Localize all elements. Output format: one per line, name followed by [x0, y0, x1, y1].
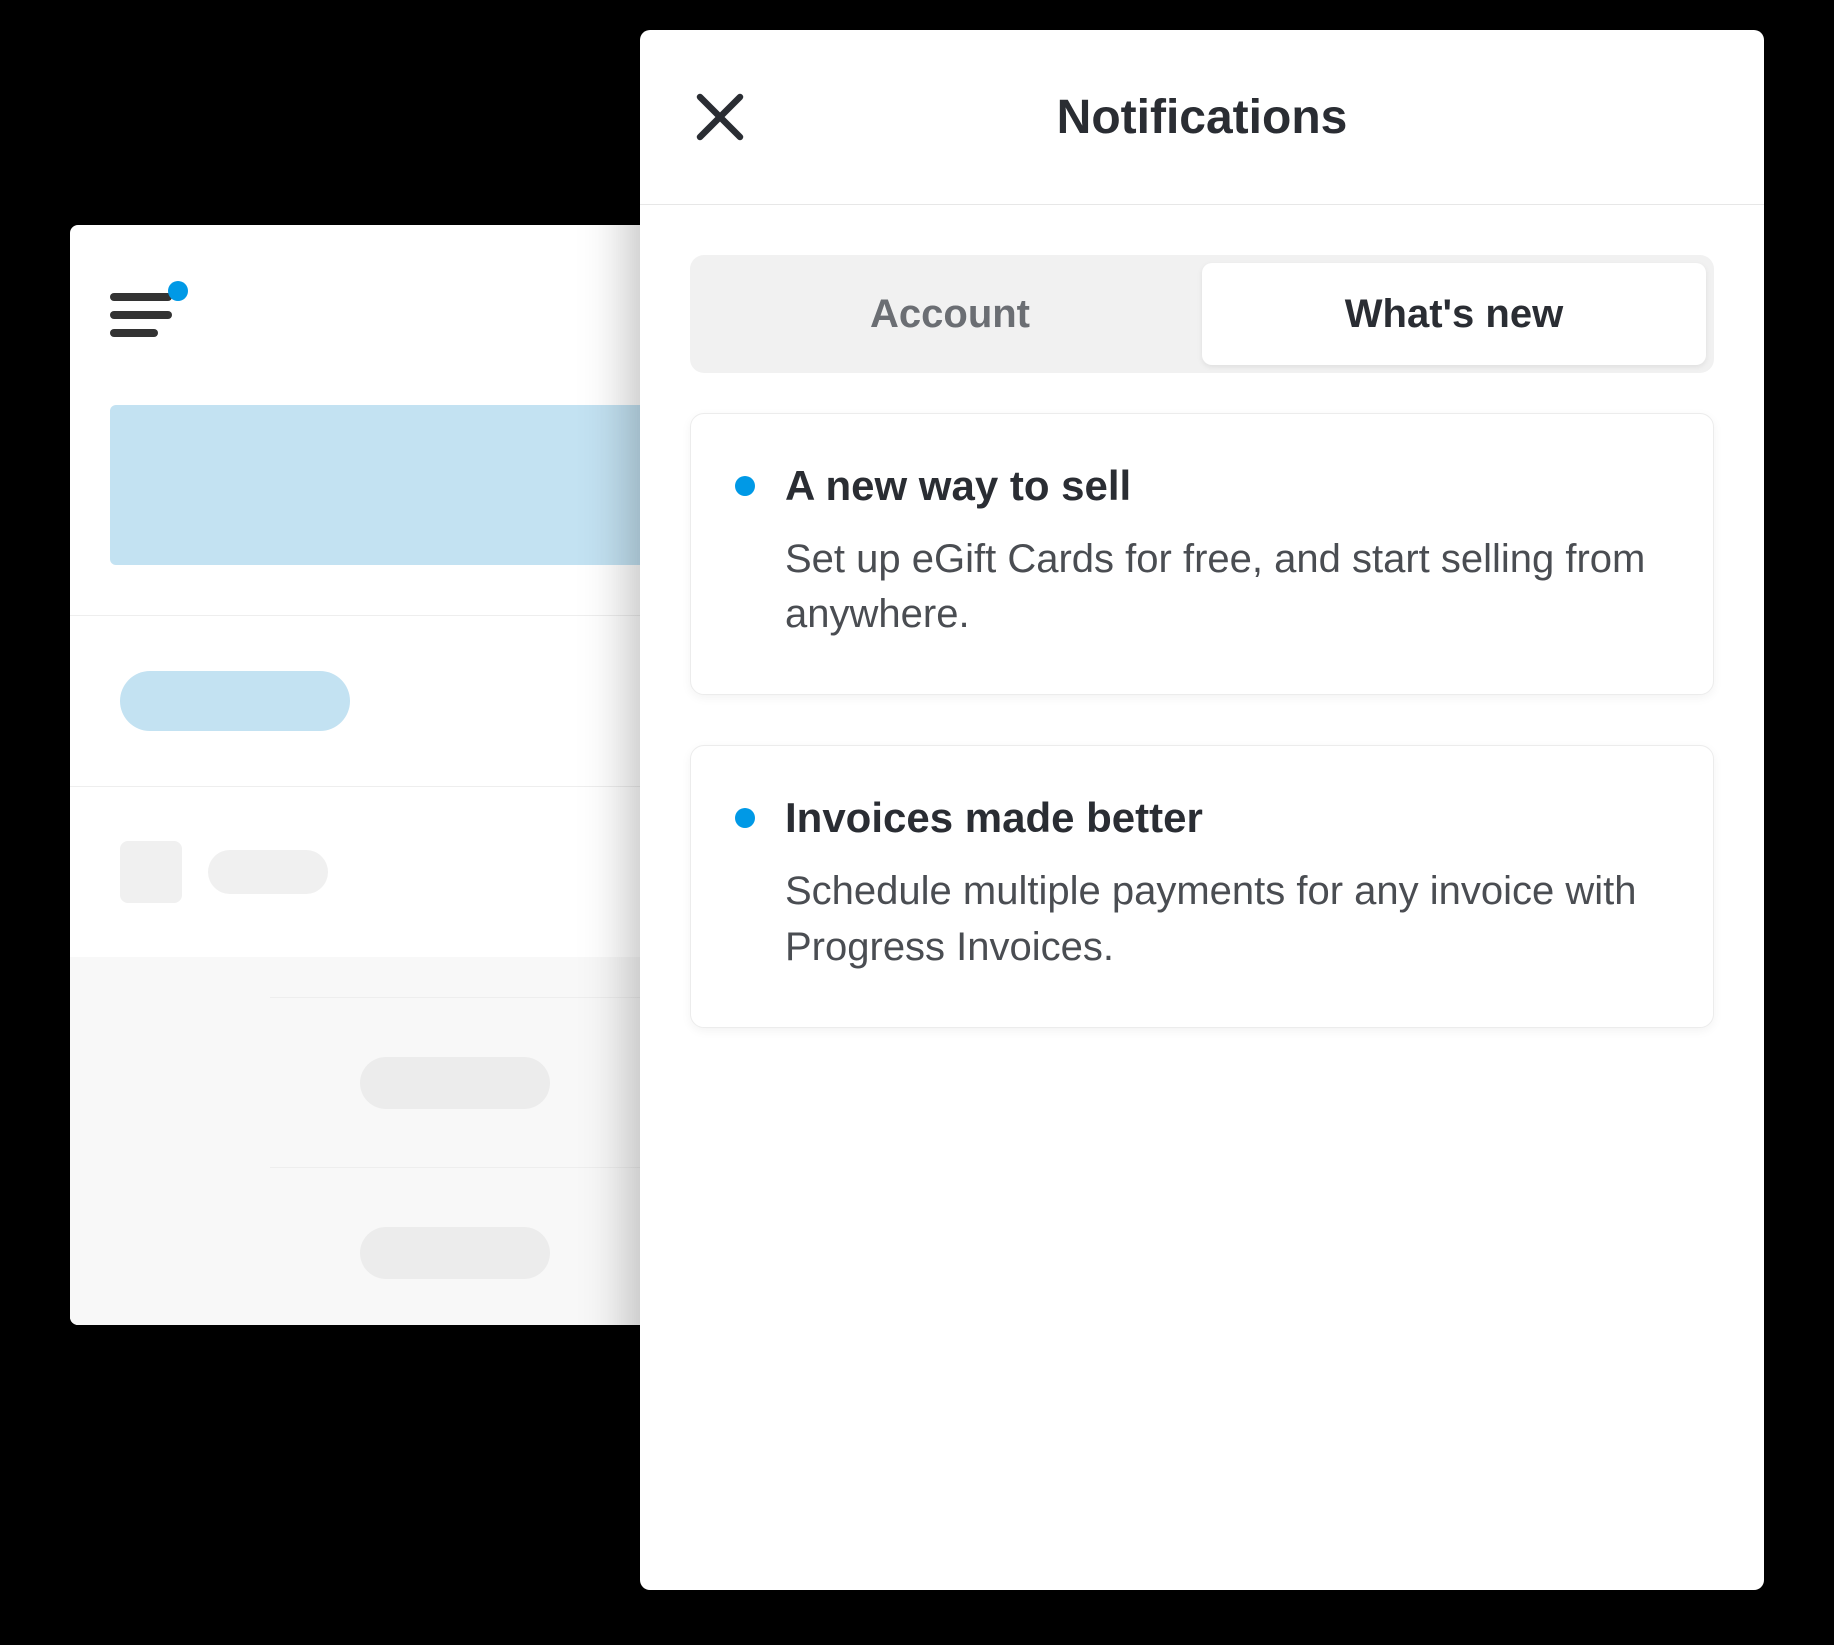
skeleton-square	[120, 841, 182, 903]
tab-account[interactable]: Account	[698, 263, 1202, 365]
notification-title: Invoices made better	[785, 794, 1203, 842]
notifications-panel: Notifications Account What's new A new w…	[640, 30, 1764, 1590]
menu-icon[interactable]	[110, 293, 172, 338]
tab-switcher: Account What's new	[690, 255, 1714, 373]
notification-card[interactable]: Invoices made better Schedule multiple p…	[690, 745, 1714, 1027]
notification-dot-icon	[168, 281, 188, 301]
unread-dot-icon	[735, 808, 755, 828]
notification-card[interactable]: A new way to sell Set up eGift Cards for…	[690, 413, 1714, 695]
notification-body: Schedule multiple payments for any invoi…	[785, 864, 1669, 974]
close-button[interactable]	[690, 87, 750, 147]
tab-whats-new[interactable]: What's new	[1202, 263, 1706, 365]
notifications-header: Notifications	[640, 30, 1764, 205]
skeleton-pill	[208, 850, 328, 894]
close-icon	[690, 87, 750, 147]
unread-dot-icon	[735, 476, 755, 496]
notification-body: Set up eGift Cards for free, and start s…	[785, 532, 1669, 642]
notification-title: A new way to sell	[785, 462, 1131, 510]
skeleton-pill	[120, 671, 350, 731]
panel-title: Notifications	[640, 90, 1764, 145]
